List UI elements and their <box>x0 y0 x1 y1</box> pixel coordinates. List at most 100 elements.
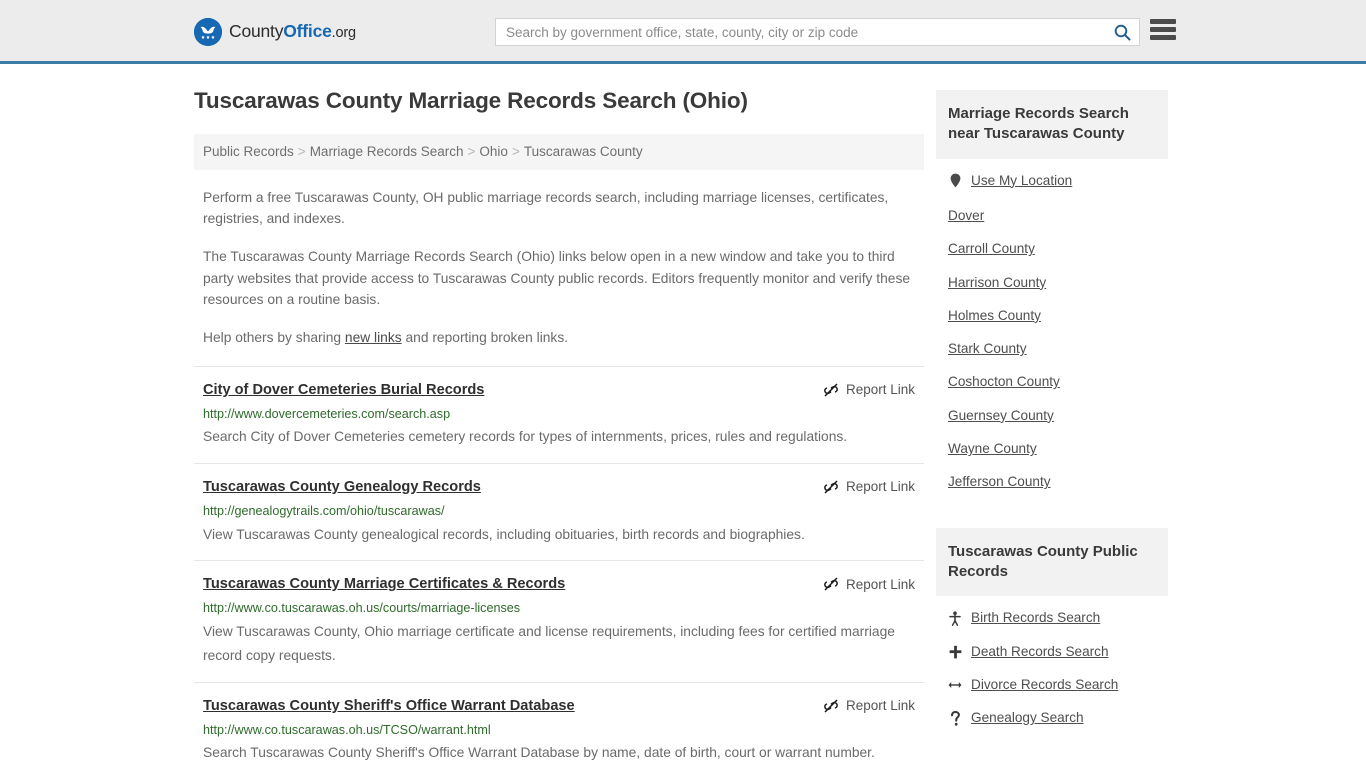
new-links-link[interactable]: new links <box>345 330 402 345</box>
divorce-records-search-link[interactable]: Divorce Records Search <box>971 677 1118 693</box>
map-pin-icon <box>948 173 962 188</box>
hamburger-bar-3 <box>1150 35 1176 40</box>
place-link-stark-county[interactable]: Stark County <box>948 341 1027 357</box>
broken-link-icon <box>823 698 839 714</box>
broken-link-icon <box>823 382 839 398</box>
place-link-guernsey-county[interactable]: Guernsey County <box>948 408 1054 424</box>
sidebar-place-item[interactable]: Stark County <box>936 341 1168 357</box>
logo-text-office: Office <box>283 21 332 42</box>
search-input[interactable] <box>496 19 1105 45</box>
place-link-holmes-county[interactable]: Holmes County <box>948 308 1041 324</box>
place-link-dover[interactable]: Dover <box>948 208 984 224</box>
sidebar-place-item[interactable]: Coshocton County <box>936 374 1168 390</box>
result-url: http://genealogytrails.com/ohio/tuscaraw… <box>203 504 445 519</box>
result-entry: Tuscarawas County Sheriff's Office Warra… <box>194 681 924 779</box>
result-title-link[interactable]: Tuscarawas County Genealogy Records <box>203 478 481 496</box>
report-link-label: Report Link <box>845 479 915 495</box>
result-entry-header: Tuscarawas County Genealogy Records Repo… <box>203 478 915 496</box>
main-content: Tuscarawas County Marriage Records Searc… <box>194 64 924 779</box>
sidebar-place-item[interactable]: Dover <box>936 208 1168 224</box>
genealogy-search-link[interactable]: Genealogy Search <box>971 710 1084 726</box>
sidebar-place-item[interactable]: Guernsey County <box>936 408 1168 424</box>
sidebar-place-item[interactable]: Carroll County <box>936 241 1168 257</box>
sidebar-place-item[interactable]: Holmes County <box>936 308 1168 324</box>
baby-icon <box>948 611 962 626</box>
birth-records-search-link[interactable]: Birth Records Search <box>971 610 1100 626</box>
result-description: Search City of Dover Cemeteries cemetery… <box>203 429 848 445</box>
site-header: CountyOffice.org <box>0 0 1366 64</box>
result-description: View Tuscarawas County genealogical reco… <box>203 526 805 542</box>
cross-icon <box>948 645 962 659</box>
sidebar-item-genealogy-search[interactable]: Genealogy Search <box>936 710 1168 726</box>
breadcrumb: Public Records > Marriage Records Search > O… <box>194 134 924 170</box>
use-my-location-link[interactable]: Use My Location <box>971 173 1072 189</box>
place-link-coshocton-county[interactable]: Coshocton County <box>948 374 1060 390</box>
broken-link-icon <box>823 576 839 592</box>
result-url: http://www.dovercemeteries.com/search.as… <box>203 407 451 422</box>
place-link-wayne-county[interactable]: Wayne County <box>948 441 1037 457</box>
breadcrumb-item-tuscarawas-county[interactable]: Tuscarawas County <box>524 144 643 159</box>
report-link-label: Report Link <box>845 698 915 714</box>
sidebar-nearby-header: Marriage Records Search near Tuscarawas … <box>936 90 1168 159</box>
place-link-jefferson-county[interactable]: Jefferson County <box>948 474 1051 490</box>
report-link-button[interactable]: Report Link <box>823 697 915 714</box>
sidebar-item-divorce-records[interactable]: Divorce Records Search <box>936 677 1168 693</box>
sidebar-nearby-list: Use My Location Dover Carroll County Har… <box>936 159 1168 491</box>
report-link-button[interactable]: Report Link <box>823 478 915 495</box>
breadcrumb-item-marriage-records-search[interactable]: Marriage Records Search <box>310 144 464 159</box>
logo-text-org: .org <box>331 25 356 42</box>
sidebar-place-item[interactable]: Jefferson County <box>936 474 1168 490</box>
sidebar: Marriage Records Search near Tuscarawas … <box>936 64 1168 779</box>
result-title-link[interactable]: Tuscarawas County Sheriff's Office Warra… <box>203 697 575 715</box>
result-description: Search Tuscarawas County Sheriff's Offic… <box>203 745 875 761</box>
result-entry: Tuscarawas County Marriage Certificates … <box>194 560 924 682</box>
sidebar-place-item[interactable]: Wayne County <box>936 441 1168 457</box>
question-mark-icon <box>948 710 962 726</box>
broken-link-icon <box>823 479 839 495</box>
report-link-button[interactable]: Report Link <box>823 575 915 592</box>
page-body: Tuscarawas County Marriage Records Searc… <box>0 64 1366 779</box>
report-link-button[interactable]: Report Link <box>823 381 915 398</box>
sidebar-item-birth-records[interactable]: Birth Records Search <box>936 610 1168 626</box>
result-entry: City of Dover Cemeteries Burial Records … <box>194 365 924 463</box>
intro-p3-after: and reporting broken links. <box>401 330 569 346</box>
breadcrumb-separator: > <box>467 144 476 159</box>
search-bar[interactable] <box>495 18 1140 46</box>
hamburger-bar-2 <box>1150 27 1176 32</box>
hamburger-menu-icon[interactable] <box>1150 19 1176 40</box>
result-url: http://www.co.tuscarawas.oh.us/courts/ma… <box>203 601 521 616</box>
breadcrumb-separator: > <box>511 144 520 159</box>
logo-wordmark: CountyOffice.org <box>229 23 356 41</box>
eagle-seal-icon <box>194 18 222 46</box>
breadcrumb-item-public-records[interactable]: Public Records <box>203 144 294 159</box>
result-entry: Tuscarawas County Genealogy Records Repo… <box>194 462 924 560</box>
intro-p3-before: Help others by sharing <box>203 330 345 346</box>
result-title-link[interactable]: City of Dover Cemeteries Burial Records <box>203 381 484 399</box>
report-link-label: Report Link <box>845 382 915 398</box>
page-title: Tuscarawas County Marriage Records Searc… <box>194 88 748 113</box>
site-logo[interactable]: CountyOffice.org <box>194 18 356 46</box>
search-icon <box>1114 24 1131 41</box>
report-link-label: Report Link <box>845 576 915 592</box>
sidebar-item-death-records[interactable]: Death Records Search <box>936 644 1168 660</box>
sidebar-place-item[interactable]: Harrison County <box>936 275 1168 291</box>
result-entry-header: Tuscarawas County Sheriff's Office Warra… <box>203 697 915 715</box>
intro-section: Perform a free Tuscarawas County, OH pub… <box>194 187 924 349</box>
place-link-carroll-county[interactable]: Carroll County <box>948 241 1035 257</box>
left-right-arrow-icon <box>948 679 962 691</box>
result-description: View Tuscarawas County, Ohio marriage ce… <box>203 623 895 664</box>
result-title-link[interactable]: Tuscarawas County Marriage Certificates … <box>203 575 565 593</box>
result-entry-header: City of Dover Cemeteries Burial Records … <box>203 381 915 399</box>
search-button[interactable] <box>1105 19 1139 45</box>
death-records-search-link[interactable]: Death Records Search <box>971 644 1109 660</box>
sidebar-item-use-my-location[interactable]: Use My Location <box>936 173 1168 189</box>
intro-paragraph-2: The Tuscarawas County Marriage Records S… <box>203 249 911 308</box>
intro-paragraph-1: Perform a free Tuscarawas County, OH pub… <box>203 189 889 226</box>
hamburger-bar-1 <box>1150 19 1176 24</box>
intro-paragraph-3: Help others by sharing new links and rep… <box>194 327 924 348</box>
result-entry-header: Tuscarawas County Marriage Certificates … <box>203 575 915 593</box>
sidebar-public-records-list: Birth Records Search Death Records Searc… <box>936 596 1168 726</box>
breadcrumb-item-ohio[interactable]: Ohio <box>479 144 508 159</box>
place-link-harrison-county[interactable]: Harrison County <box>948 275 1046 291</box>
